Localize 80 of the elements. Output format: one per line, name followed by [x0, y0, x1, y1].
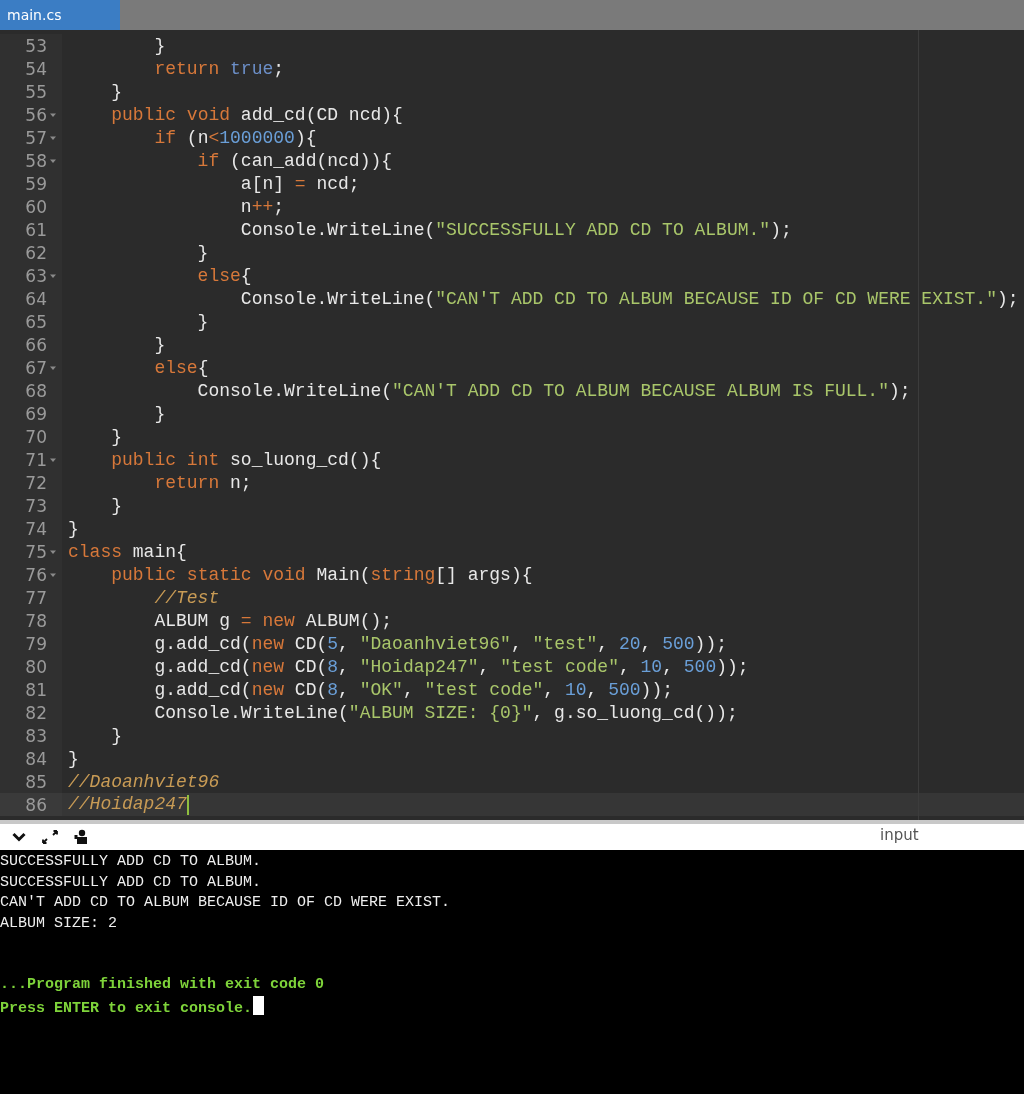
status-message: Press ENTER to exit console.	[0, 998, 253, 1019]
code-line: else{	[196, 265, 252, 286]
output-line: SUCCESSFULLY ADD CD TO ALBUM.	[0, 852, 262, 872]
line-number: 59	[25, 173, 47, 194]
line-number: 83	[25, 725, 47, 746]
file-tab[interactable]: main.cs	[0, 0, 120, 30]
line-number: 84	[25, 748, 47, 769]
expand-arrows-icon[interactable]	[42, 830, 58, 844]
code-line: Console.WriteLine("SUCCESSFULLY ADD CD TO ALBUM.");	[239, 219, 792, 240]
line-number: 81	[25, 679, 47, 700]
line-number: 78	[25, 610, 47, 631]
code-line: if (can_add(ncd)){	[196, 150, 393, 171]
line-number: 66	[25, 334, 47, 355]
code-line: g.add_cd(new CD(8, "OK", "test code", 10, 500));	[153, 679, 673, 700]
line-number: 64	[25, 288, 47, 309]
code-line: }	[153, 334, 166, 355]
line-number: 65	[25, 311, 47, 332]
code-line: Console.WriteLine("ALBUM SIZE: {0}", g.so_luong_cd());	[153, 702, 738, 723]
code-line: public static void Main(string[] args){	[110, 564, 533, 585]
output-line: ALBUM SIZE: 2	[0, 913, 118, 934]
line-number: 57	[25, 127, 47, 148]
code-line: }	[110, 426, 122, 447]
line-number: 53	[25, 35, 47, 56]
line-number: 77	[25, 587, 47, 608]
code-line: //Test	[153, 587, 220, 608]
line-number: 72	[25, 472, 47, 493]
line-number: 70	[25, 426, 47, 447]
code-line: return true;	[153, 58, 285, 79]
code-line: }	[196, 311, 209, 332]
code-line: //Daoanhviet96	[67, 771, 220, 792]
code-line: if (n<1000000){	[153, 127, 317, 148]
line-number: 67	[25, 357, 47, 378]
line-number: 56	[25, 104, 47, 125]
input-label[interactable]: input	[880, 826, 919, 844]
line-number: 74	[25, 518, 47, 539]
line-number: 62	[25, 242, 47, 263]
code-line: }	[110, 81, 122, 102]
code-line: g.add_cd(new CD(5, "Daoanhviet96", "test", 20, 500));	[153, 633, 727, 654]
code-line: g.add_cd(new CD(8, "Hoidap247", "test code", 10, 500));	[153, 656, 749, 677]
code-line: a[n] = ncd;	[239, 173, 360, 194]
line-number: 76	[25, 564, 47, 585]
code-line: //Hoidap247	[67, 794, 189, 815]
code-line: ALBUM g = new ALBUM();	[153, 610, 393, 631]
code-line: }	[67, 518, 79, 539]
code-line: }	[196, 242, 209, 263]
code-line: public void add_cd(CD ncd){	[110, 104, 403, 125]
code-line: Console.WriteLine("CAN'T ADD CD TO ALBUM BECAUSE ALBUM IS FULL.");	[196, 380, 911, 401]
code-line: }	[110, 725, 122, 746]
line-number: 86	[25, 794, 47, 815]
code-line: Console.WriteLine("CAN'T ADD CD TO ALBUM BECAUSE ID OF CD WERE EXIST.");	[239, 288, 1019, 309]
line-number: 80	[25, 656, 47, 677]
line-number: 61	[25, 219, 47, 240]
line-number: 85	[25, 771, 47, 792]
line-number: 58	[25, 150, 47, 171]
line-number: 71	[25, 449, 47, 470]
line-number: 75	[25, 541, 47, 562]
code-line: public int so_luong_cd(){	[110, 449, 382, 470]
code-line: class main{	[67, 541, 187, 562]
line-number: 82	[25, 702, 47, 723]
output-line: SUCCESSFULLY ADD CD TO ALBUM.	[0, 872, 262, 893]
code-line: }	[67, 748, 79, 769]
code-line: else{	[153, 357, 209, 378]
line-number: 63	[25, 265, 47, 286]
code-line: return n;	[153, 472, 252, 493]
code-line: }	[153, 403, 166, 424]
code-line: }	[153, 35, 166, 56]
code-line: n++;	[239, 196, 285, 217]
code-line: }	[110, 495, 122, 516]
line-number: 69	[25, 403, 47, 424]
status-message: ...Program finished with exit code 0	[0, 975, 325, 995]
text-cursor	[253, 995, 265, 1015]
person-icon[interactable]	[74, 829, 88, 845]
line-number: 60	[25, 196, 47, 217]
line-number: 54	[25, 58, 47, 79]
line-number: 79	[25, 633, 47, 654]
line-number: 73	[25, 495, 47, 516]
line-number: 68	[25, 380, 47, 401]
output-line: CAN'T ADD CD TO ALBUM BECAUSE ID OF CD WERE EXIST.	[0, 893, 451, 913]
line-number: 55	[25, 81, 47, 102]
chevron-down-icon[interactable]	[12, 832, 26, 842]
